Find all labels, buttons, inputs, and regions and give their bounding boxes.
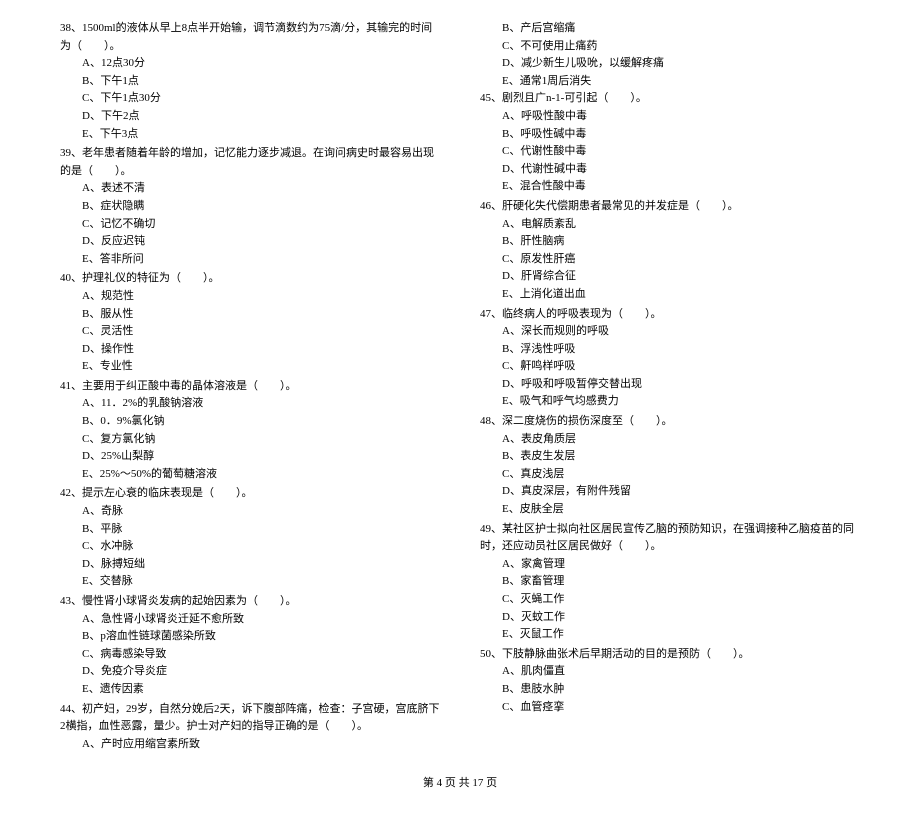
option-item: E、上消化道出血 xyxy=(480,286,860,304)
option-item: B、肝性脑病 xyxy=(480,233,860,251)
option-item: B、浮浅性呼吸 xyxy=(480,341,860,359)
option-item: D、25%山梨醇 xyxy=(60,448,440,466)
option-item: A、奇脉 xyxy=(60,503,440,521)
question-text: 47、临终病人的呼吸表现为（ ）。 xyxy=(480,306,860,324)
option-item: E、遗传因素 xyxy=(60,681,440,699)
question-block: 46、肝硬化失代偿期患者最常见的并发症是（ ）。A、电解质紊乱B、肝性脑病C、原… xyxy=(480,198,860,304)
question-block: 49、某社区护士拟向社区居民宣传乙脑的预防知识，在强调接种乙脑疫苗的同时，还应动… xyxy=(480,521,860,644)
option-item: B、平脉 xyxy=(60,521,440,539)
option-item: D、下午2点 xyxy=(60,108,440,126)
question-block: 43、慢性肾小球肾炎发病的起始因素为（ ）。A、急性肾小球肾炎迁延不愈所致B、p… xyxy=(60,593,440,699)
option-item: A、电解质紊乱 xyxy=(480,216,860,234)
option-item: B、呼吸性碱中毒 xyxy=(480,126,860,144)
option-item: C、病毒感染导致 xyxy=(60,646,440,664)
question-text: 45、剧烈且广n-1-可引起（ ）。 xyxy=(480,90,860,108)
option-item: C、灵活性 xyxy=(60,323,440,341)
option-item: A、规范性 xyxy=(60,288,440,306)
question-text: 39、老年患者随着年龄的增加，记忆能力逐步减退。在询问病史时最容易出现的是（ ）… xyxy=(60,145,440,180)
option-item: D、免疫介导炎症 xyxy=(60,663,440,681)
question-block: 45、剧烈且广n-1-可引起（ ）。A、呼吸性酸中毒B、呼吸性碱中毒C、代谢性酸… xyxy=(480,90,860,196)
question-text: 46、肝硬化失代偿期患者最常见的并发症是（ ）。 xyxy=(480,198,860,216)
question-block: 40、护理礼仪的特征为（ ）。A、规范性B、服从性C、灵活性D、操作性E、专业性 xyxy=(60,270,440,376)
option-item: D、呼吸和呼吸暂停交替出现 xyxy=(480,376,860,394)
option-item: D、减少新生儿吸吮，以缓解疼痛 xyxy=(480,55,860,73)
option-item: E、吸气和呼气均感费力 xyxy=(480,393,860,411)
option-item: B、患肢水肿 xyxy=(480,681,860,699)
question-text: 48、深二度烧伤的损伤深度至（ ）。 xyxy=(480,413,860,431)
option-item: D、操作性 xyxy=(60,341,440,359)
option-item: A、家禽管理 xyxy=(480,556,860,574)
option-item: B、表皮生发层 xyxy=(480,448,860,466)
option-item: A、深长而规则的呼吸 xyxy=(480,323,860,341)
option-item: A、呼吸性酸中毒 xyxy=(480,108,860,126)
question-block: 41、主要用于纠正酸中毒的晶体溶液是（ ）。A、11．2%的乳酸钠溶液B、0．9… xyxy=(60,378,440,484)
option-item: C、代谢性酸中毒 xyxy=(480,143,860,161)
option-item: C、复方氯化钠 xyxy=(60,431,440,449)
option-item: A、急性肾小球肾炎迁延不愈所致 xyxy=(60,611,440,629)
question-text: 50、下肢静脉曲张术后早期活动的目的是预防（ ）。 xyxy=(480,646,860,664)
option-item: B、症状隐瞒 xyxy=(60,198,440,216)
option-item: E、25%～50%的葡萄糖溶液 xyxy=(60,466,440,484)
question-block: 50、下肢静脉曲张术后早期活动的目的是预防（ ）。A、肌肉僵直B、患肢水肿C、血… xyxy=(480,646,860,716)
question-block: 39、老年患者随着年龄的增加，记忆能力逐步减退。在询问病史时最容易出现的是（ ）… xyxy=(60,145,440,268)
option-item: B、产后宫缩痛 xyxy=(480,20,860,38)
option-item: A、表皮角质层 xyxy=(480,431,860,449)
option-item: C、记忆不确切 xyxy=(60,216,440,234)
option-item: C、灭蝇工作 xyxy=(480,591,860,609)
option-item: E、混合性酸中毒 xyxy=(480,178,860,196)
question-text: 38、1500ml的液体从早上8点半开始输，调节滴数约为75滴/分，其输完的时间… xyxy=(60,20,440,55)
question-text: 42、提示左心衰的临床表现是（ ）。 xyxy=(60,485,440,503)
option-item: E、答非所问 xyxy=(60,251,440,269)
option-item: D、灭蚊工作 xyxy=(480,609,860,627)
option-item: B、服从性 xyxy=(60,306,440,324)
question-block: 38、1500ml的液体从早上8点半开始输，调节滴数约为75滴/分，其输完的时间… xyxy=(60,20,440,143)
option-item: D、代谢性碱中毒 xyxy=(480,161,860,179)
question-text: 41、主要用于纠正酸中毒的晶体溶液是（ ）。 xyxy=(60,378,440,396)
question-text: 40、护理礼仪的特征为（ ）。 xyxy=(60,270,440,288)
question-text: 49、某社区护士拟向社区居民宣传乙脑的预防知识，在强调接种乙脑疫苗的同时，还应动… xyxy=(480,521,860,556)
question-block: 47、临终病人的呼吸表现为（ ）。A、深长而规则的呼吸B、浮浅性呼吸C、鼾鸣样呼… xyxy=(480,306,860,412)
option-item: C、原发性肝癌 xyxy=(480,251,860,269)
option-item: A、肌肉僵直 xyxy=(480,663,860,681)
question-block: 42、提示左心衰的临床表现是（ ）。A、奇脉B、平脉C、水冲脉D、脉搏短绌E、交… xyxy=(60,485,440,591)
option-item: E、下午3点 xyxy=(60,126,440,144)
option-item: E、皮肤全层 xyxy=(480,501,860,519)
question-text: 44、初产妇，29岁，自然分娩后2天，诉下腹部阵痛，检查：子宫硬，宫底脐下2横指… xyxy=(60,701,440,736)
question-block: 48、深二度烧伤的损伤深度至（ ）。A、表皮角质层B、表皮生发层C、真皮浅层D、… xyxy=(480,413,860,519)
option-item: A、12点30分 xyxy=(60,55,440,73)
option-item: A、表述不清 xyxy=(60,180,440,198)
option-item: E、交替脉 xyxy=(60,573,440,591)
option-item: B、0．9%氯化钠 xyxy=(60,413,440,431)
option-item: C、鼾鸣样呼吸 xyxy=(480,358,860,376)
question-block: 44、初产妇，29岁，自然分娩后2天，诉下腹部阵痛，检查：子宫硬，宫底脐下2横指… xyxy=(60,701,440,754)
option-item: D、反应迟钝 xyxy=(60,233,440,251)
question-text: 43、慢性肾小球肾炎发病的起始因素为（ ）。 xyxy=(60,593,440,611)
option-item: A、11．2%的乳酸钠溶液 xyxy=(60,395,440,413)
option-item: B、下午1点 xyxy=(60,73,440,91)
option-item: E、通常1周后消失 xyxy=(480,73,860,91)
option-item: C、下午1点30分 xyxy=(60,90,440,108)
option-item: C、真皮浅层 xyxy=(480,466,860,484)
option-item: B、家畜管理 xyxy=(480,573,860,591)
option-item: A、产时应用缩宫素所致 xyxy=(60,736,440,754)
option-item: D、肝肾综合征 xyxy=(480,268,860,286)
option-item: C、水冲脉 xyxy=(60,538,440,556)
option-item: D、真皮深层，有附件残留 xyxy=(480,483,860,501)
option-item: C、不可使用止痛药 xyxy=(480,38,860,56)
option-item: E、灭鼠工作 xyxy=(480,626,860,644)
option-item: C、血管痉挛 xyxy=(480,699,860,717)
option-item: E、专业性 xyxy=(60,358,440,376)
option-item: B、p溶血性链球菌感染所致 xyxy=(60,628,440,646)
page-footer: 第 4 页 共 17 页 xyxy=(60,775,860,793)
option-item: D、脉搏短绌 xyxy=(60,556,440,574)
